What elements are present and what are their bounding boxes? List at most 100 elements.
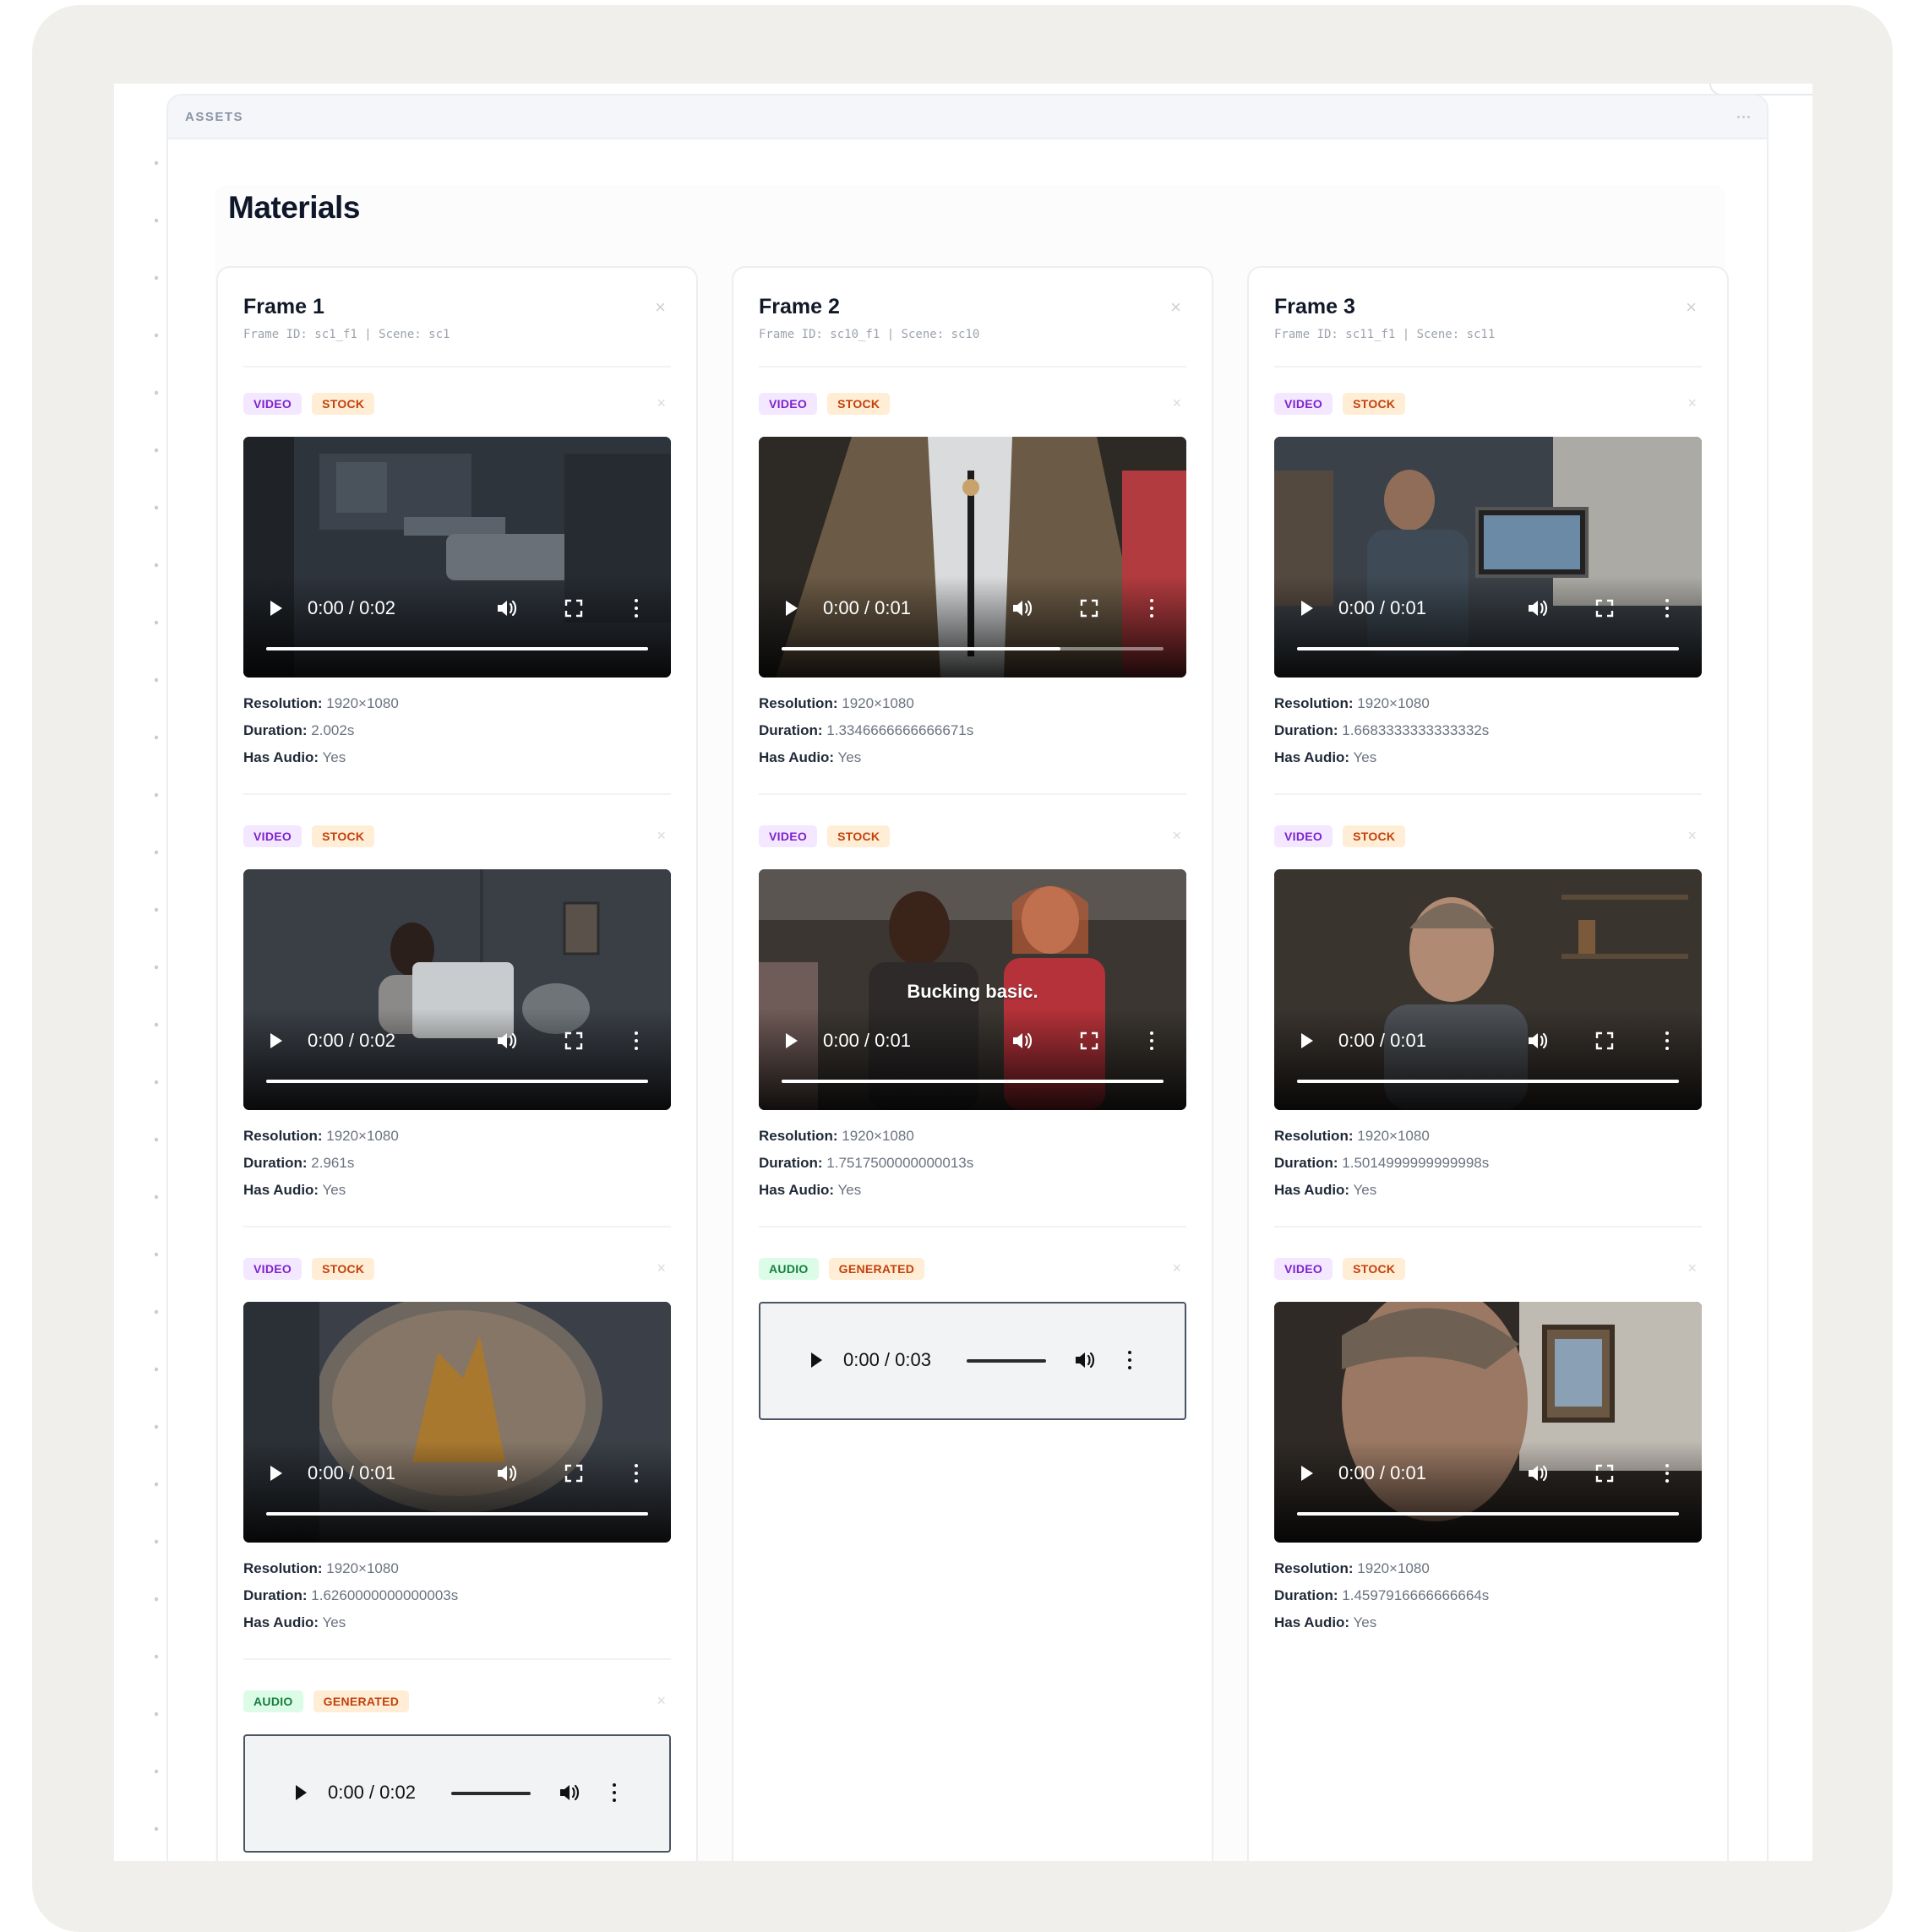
more-options-icon[interactable] bbox=[1149, 1031, 1154, 1050]
more-options-icon[interactable] bbox=[1665, 1464, 1670, 1483]
frame-title: Frame 1 bbox=[243, 295, 324, 318]
duration-label: Duration: bbox=[1274, 1587, 1338, 1603]
play-icon[interactable] bbox=[270, 1466, 282, 1481]
time-display: 0:00 / 0:01 bbox=[1338, 597, 1426, 618]
material-info: Resolution: 1920×1080 Duration: 2.961s Has… bbox=[243, 1123, 399, 1204]
close-icon[interactable]: × bbox=[1687, 827, 1697, 845]
more-options-icon[interactable] bbox=[1127, 1351, 1132, 1369]
duration-value: 1.7517500000000013s bbox=[826, 1155, 974, 1171]
close-icon[interactable]: × bbox=[1172, 1260, 1181, 1277]
close-icon[interactable]: × bbox=[1172, 827, 1181, 845]
panel-title: ASSETS bbox=[185, 109, 244, 124]
video-player[interactable]: Bucking basic. 0:00 / 0:01 bbox=[759, 869, 1186, 1110]
divider bbox=[243, 1658, 671, 1660]
frame-meta: Frame ID: sc11_f1 | Scene: sc11 bbox=[1274, 328, 1496, 341]
progress-bar[interactable] bbox=[266, 1512, 648, 1516]
play-icon[interactable] bbox=[270, 1033, 282, 1048]
video-player[interactable]: 0:00 / 0:02 bbox=[243, 869, 671, 1110]
more-options-icon[interactable] bbox=[634, 1031, 639, 1050]
close-icon[interactable]: × bbox=[657, 827, 666, 845]
resolution-label: Resolution: bbox=[1274, 695, 1354, 711]
audio-player[interactable]: 0:00 / 0:03 bbox=[759, 1302, 1186, 1420]
close-icon[interactable]: × bbox=[1172, 395, 1181, 412]
volume-icon[interactable] bbox=[497, 1464, 519, 1483]
close-icon[interactable]: × bbox=[657, 395, 666, 412]
time-display: 0:00 / 0:02 bbox=[308, 1030, 395, 1051]
play-icon[interactable] bbox=[1301, 601, 1313, 616]
volume-icon[interactable] bbox=[1528, 599, 1550, 618]
progress-bar[interactable] bbox=[266, 647, 648, 650]
audio-progress-bar[interactable] bbox=[967, 1359, 1046, 1363]
type-badge: VIDEO bbox=[243, 393, 302, 415]
volume-icon[interactable] bbox=[559, 1783, 581, 1802]
video-player[interactable]: 0:00 / 0:02 bbox=[243, 437, 671, 678]
close-icon[interactable]: × bbox=[657, 1260, 666, 1277]
volume-icon[interactable] bbox=[1528, 1031, 1550, 1050]
fullscreen-icon[interactable] bbox=[1595, 599, 1614, 618]
time-display: 0:00 / 0:01 bbox=[823, 1030, 911, 1051]
volume-icon[interactable] bbox=[1075, 1351, 1097, 1369]
more-options-icon[interactable] bbox=[1149, 599, 1154, 618]
video-controls: 0:00 / 0:01 bbox=[1274, 1458, 1702, 1488]
video-player[interactable]: 0:00 / 0:01 bbox=[759, 437, 1186, 678]
audio-player[interactable]: 0:00 / 0:02 bbox=[243, 1734, 671, 1853]
video-player[interactable]: 0:00 / 0:01 bbox=[1274, 869, 1702, 1110]
more-options-icon[interactable] bbox=[1665, 599, 1670, 618]
volume-icon[interactable] bbox=[497, 1031, 519, 1050]
close-icon[interactable]: × bbox=[1687, 1260, 1697, 1277]
video-player[interactable]: 0:00 / 0:01 bbox=[243, 1302, 671, 1543]
more-options-icon[interactable] bbox=[612, 1783, 617, 1802]
fullscreen-icon[interactable] bbox=[1595, 1464, 1614, 1483]
progress-bar[interactable] bbox=[266, 1080, 648, 1083]
video-player[interactable]: 0:00 / 0:01 bbox=[1274, 437, 1702, 678]
video-player[interactable]: 0:00 / 0:01 bbox=[1274, 1302, 1702, 1543]
duration-label: Duration: bbox=[759, 722, 823, 738]
duration-value: 1.4597916666666664s bbox=[1342, 1587, 1490, 1603]
drag-handle-icon[interactable] bbox=[1737, 115, 1750, 118]
fullscreen-icon[interactable] bbox=[564, 1031, 583, 1050]
play-icon[interactable] bbox=[1301, 1033, 1313, 1048]
duration-value: 1.5014999999999998s bbox=[1342, 1155, 1490, 1171]
more-options-icon[interactable] bbox=[634, 1464, 639, 1483]
close-icon[interactable]: × bbox=[1687, 395, 1697, 412]
play-icon[interactable] bbox=[786, 601, 798, 616]
volume-icon[interactable] bbox=[497, 599, 519, 618]
fullscreen-icon[interactable] bbox=[1080, 1031, 1098, 1050]
panel-header[interactable]: ASSETS bbox=[168, 95, 1767, 139]
volume-icon[interactable] bbox=[1012, 599, 1034, 618]
fullscreen-icon[interactable] bbox=[564, 599, 583, 618]
volume-icon[interactable] bbox=[1012, 1031, 1034, 1050]
video-controls: 0:00 / 0:01 bbox=[759, 593, 1186, 623]
divider bbox=[243, 366, 671, 367]
fullscreen-icon[interactable] bbox=[564, 1464, 583, 1483]
progress-bar[interactable] bbox=[782, 1080, 1164, 1083]
resolution-value: 1920×1080 bbox=[326, 1560, 399, 1576]
divider bbox=[1274, 366, 1702, 367]
play-icon[interactable] bbox=[811, 1352, 822, 1368]
more-options-icon[interactable] bbox=[1665, 1031, 1670, 1050]
play-icon[interactable] bbox=[786, 1033, 798, 1048]
frame-header: Frame 1 Frame ID: sc1_f1 | Scene: sc1 × bbox=[243, 295, 671, 347]
progress-bar[interactable] bbox=[1297, 1512, 1679, 1516]
fullscreen-icon[interactable] bbox=[1080, 599, 1098, 618]
materials-section: Materials Frame 1 Frame ID: sc1_f1 | Scen… bbox=[215, 185, 1729, 1861]
assets-panel: ASSETS Materials Frame 1 Frame ID: sc1_f1… bbox=[166, 94, 1769, 1861]
progress-bar[interactable] bbox=[1297, 647, 1679, 650]
close-icon[interactable]: × bbox=[657, 1692, 666, 1710]
close-icon[interactable]: × bbox=[655, 298, 666, 317]
close-icon[interactable]: × bbox=[1686, 298, 1697, 317]
app-canvas: ASSETS Materials Frame 1 Frame ID: sc1_f1… bbox=[114, 84, 1812, 1861]
duration-value: 2.002s bbox=[311, 722, 355, 738]
progress-bar[interactable] bbox=[1297, 1080, 1679, 1083]
play-icon[interactable] bbox=[296, 1785, 307, 1800]
video-controls: 0:00 / 0:01 bbox=[243, 1458, 671, 1488]
play-icon[interactable] bbox=[1301, 1466, 1313, 1481]
progress-bar[interactable] bbox=[782, 647, 1164, 650]
audio-progress-bar[interactable] bbox=[451, 1792, 531, 1795]
close-icon[interactable]: × bbox=[1170, 298, 1181, 317]
play-icon[interactable] bbox=[270, 601, 282, 616]
has-audio-value: Yes bbox=[322, 1614, 346, 1630]
fullscreen-icon[interactable] bbox=[1595, 1031, 1614, 1050]
more-options-icon[interactable] bbox=[634, 599, 639, 618]
volume-icon[interactable] bbox=[1528, 1464, 1550, 1483]
